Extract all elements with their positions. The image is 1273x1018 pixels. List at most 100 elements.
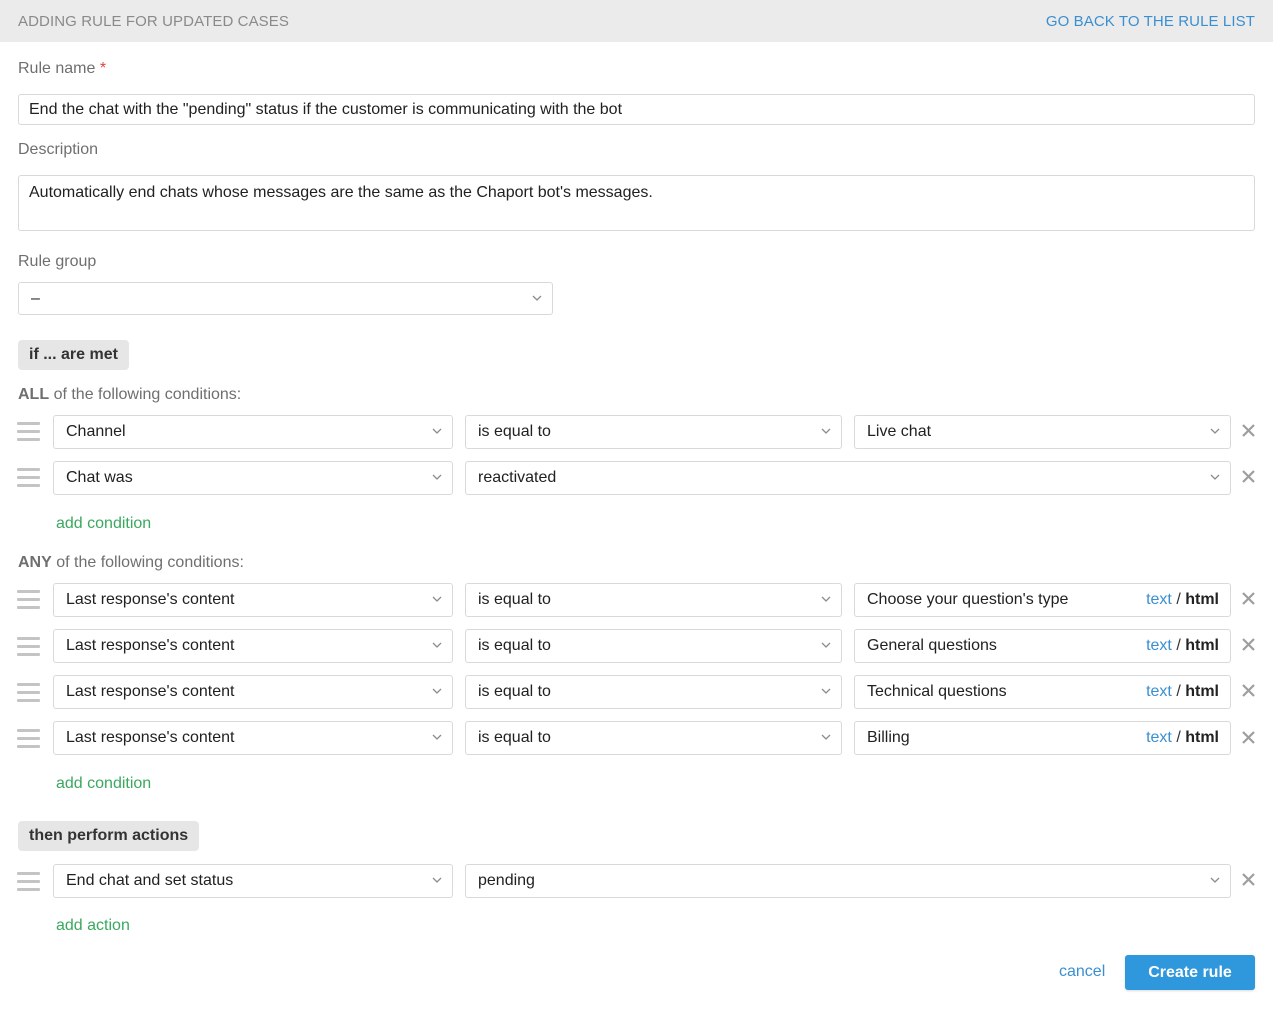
remove-condition-close-icon[interactable] <box>1241 637 1256 652</box>
chevron-down-icon <box>821 641 831 649</box>
create-rule-button[interactable]: Create rule <box>1125 955 1255 990</box>
chevron-down-icon <box>432 687 442 695</box>
condition-value-input[interactable]: General questions text / html <box>854 629 1231 663</box>
condition-operator-select[interactable]: is equal to <box>465 721 842 755</box>
chevron-down-icon <box>821 595 831 603</box>
remove-action-close-icon[interactable] <box>1241 872 1256 887</box>
condition-value-input[interactable]: Choose your question's type text / html <box>854 583 1231 617</box>
action-status-select[interactable]: pending <box>465 864 1231 898</box>
condition-field-select[interactable]: Last response's content <box>53 583 453 617</box>
action-status-value: pending <box>478 872 535 889</box>
condition-operator-value: reactivated <box>478 469 557 486</box>
rule-group-label: Rule group <box>18 253 97 270</box>
condition-field-value: Last response's content <box>66 729 235 746</box>
any-suffix: of the following conditions: <box>56 554 244 571</box>
condition-operator-value: is equal to <box>478 637 551 654</box>
condition-operator-select[interactable]: is equal to <box>465 675 842 709</box>
any-conditions-label: ANY of the following conditions: <box>18 554 244 572</box>
rule-name-label: Rule name * <box>18 60 106 78</box>
condition-value: Choose your question's type <box>867 591 1069 608</box>
add-condition-link[interactable]: add condition <box>56 515 151 533</box>
chevron-down-icon <box>532 294 542 302</box>
condition-field-select[interactable]: Last response's content <box>53 721 453 755</box>
page-header: ADDING RULE FOR UPDATED CASES GO BACK TO… <box>0 0 1273 42</box>
description-value: Automatically end chats whose messages a… <box>29 184 653 201</box>
chevron-down-icon <box>1210 876 1220 884</box>
format-toggle: text / html <box>1146 676 1219 708</box>
drag-handle-icon[interactable] <box>17 468 40 488</box>
condition-operator-select[interactable]: reactivated <box>465 461 1231 495</box>
condition-value-input[interactable]: Technical questions text / html <box>854 675 1231 709</box>
chevron-down-icon <box>1210 427 1220 435</box>
remove-condition-close-icon[interactable] <box>1241 469 1256 484</box>
drag-handle-icon[interactable] <box>17 590 40 610</box>
condition-value: Technical questions <box>867 683 1007 700</box>
condition-field-select[interactable]: Channel <box>53 415 453 449</box>
chevron-down-icon <box>432 473 442 481</box>
format-html-option[interactable]: html <box>1185 683 1219 700</box>
condition-value-select[interactable]: Live chat <box>854 415 1231 449</box>
format-text-option[interactable]: text <box>1146 683 1172 700</box>
conditions-section-label: if ... are met <box>18 340 129 370</box>
remove-condition-close-icon[interactable] <box>1241 730 1256 745</box>
add-action-link[interactable]: add action <box>56 917 130 935</box>
condition-field-select[interactable]: Chat was <box>53 461 453 495</box>
all-suffix: of the following conditions: <box>53 386 242 403</box>
all-conditions-label: ALL of the following conditions: <box>18 386 241 404</box>
format-text-option[interactable]: text <box>1146 637 1172 654</box>
format-separator: / <box>1176 591 1181 608</box>
rule-name-label-text: Rule name <box>18 60 96 77</box>
condition-field-select[interactable]: Last response's content <box>53 675 453 709</box>
condition-field-select[interactable]: Last response's content <box>53 629 453 663</box>
drag-handle-icon[interactable] <box>17 422 40 442</box>
required-mark: * <box>99 60 107 77</box>
chevron-down-icon <box>432 641 442 649</box>
condition-operator-select[interactable]: is equal to <box>465 415 842 449</box>
description-textarea[interactable]: Automatically end chats whose messages a… <box>18 175 1255 231</box>
format-separator: / <box>1176 637 1181 654</box>
rule-name-input[interactable]: End the chat with the "pending" status i… <box>18 94 1255 125</box>
condition-operator-select[interactable]: is equal to <box>465 583 842 617</box>
format-text-option[interactable]: text <box>1146 729 1172 746</box>
drag-handle-icon[interactable] <box>17 683 40 703</box>
format-toggle: text / html <box>1146 630 1219 662</box>
condition-field-value: Channel <box>66 423 126 440</box>
rule-group-select[interactable]: – <box>18 282 553 315</box>
condition-field-value: Chat was <box>66 469 133 486</box>
format-separator: / <box>1176 729 1181 746</box>
remove-condition-close-icon[interactable] <box>1241 423 1256 438</box>
drag-handle-icon[interactable] <box>17 729 40 749</box>
drag-handle-icon[interactable] <box>17 637 40 657</box>
action-select[interactable]: End chat and set status <box>53 864 453 898</box>
format-text-option[interactable]: text <box>1146 591 1172 608</box>
condition-field-value: Last response's content <box>66 683 235 700</box>
all-keyword: ALL <box>18 386 50 403</box>
action-value: End chat and set status <box>66 872 234 889</box>
condition-operator-value: is equal to <box>478 591 551 608</box>
chevron-down-icon <box>432 876 442 884</box>
format-html-option[interactable]: html <box>1185 637 1219 654</box>
rule-name-value: End the chat with the "pending" status i… <box>29 101 623 118</box>
format-html-option[interactable]: html <box>1185 591 1219 608</box>
format-toggle: text / html <box>1146 722 1219 754</box>
format-separator: / <box>1176 683 1181 700</box>
description-label: Description <box>18 141 99 158</box>
back-to-rule-list-link[interactable]: GO BACK TO THE RULE LIST <box>1046 13 1255 30</box>
chevron-down-icon <box>821 427 831 435</box>
chevron-down-icon <box>432 733 442 741</box>
remove-condition-close-icon[interactable] <box>1241 591 1256 606</box>
format-toggle: text / html <box>1146 584 1219 616</box>
condition-operator-value: is equal to <box>478 423 551 440</box>
page-title: ADDING RULE FOR UPDATED CASES <box>18 13 289 30</box>
condition-value-input[interactable]: Billing text / html <box>854 721 1231 755</box>
chevron-down-icon <box>821 687 831 695</box>
condition-value: Live chat <box>867 423 932 440</box>
cancel-button[interactable]: cancel <box>1059 963 1105 981</box>
any-keyword: ANY <box>18 554 52 571</box>
condition-value: General questions <box>867 637 997 654</box>
drag-handle-icon[interactable] <box>17 872 40 892</box>
remove-condition-close-icon[interactable] <box>1241 683 1256 698</box>
format-html-option[interactable]: html <box>1185 729 1219 746</box>
add-condition-link[interactable]: add condition <box>56 775 151 793</box>
condition-operator-select[interactable]: is equal to <box>465 629 842 663</box>
